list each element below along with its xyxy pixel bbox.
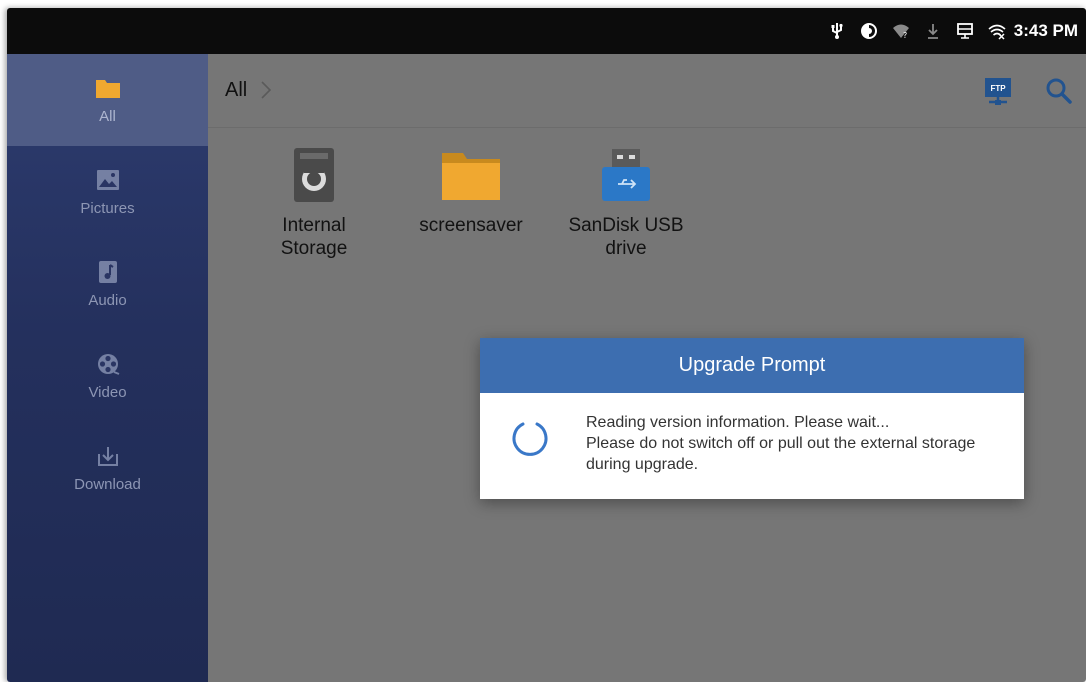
sidebar-item-audio[interactable]: Audio bbox=[7, 238, 208, 330]
folder-icon bbox=[436, 144, 506, 206]
wifi-question-icon: ? bbox=[892, 22, 910, 40]
dialog-title: Upgrade Prompt bbox=[678, 354, 826, 376]
dialog-header: Upgrade Prompt bbox=[480, 338, 1024, 393]
device-screen: ? 3:43 PM All Pictures Audio Video Downl… bbox=[7, 8, 1086, 682]
sidebar-item-label: Video bbox=[88, 383, 127, 401]
sidebar-item-label: Audio bbox=[88, 291, 127, 309]
breadcrumb[interactable]: All bbox=[225, 79, 247, 102]
sidebar-item-label: Pictures bbox=[80, 199, 135, 217]
download-icon bbox=[924, 22, 942, 40]
file-item-internal-storage[interactable]: Internal Storage bbox=[244, 144, 384, 260]
search-button[interactable] bbox=[1042, 74, 1076, 108]
sidebar: All Pictures Audio Video Download bbox=[7, 54, 208, 682]
usb-icon bbox=[828, 22, 846, 40]
svg-text:?: ? bbox=[903, 31, 907, 40]
hard-drive-icon bbox=[279, 144, 349, 206]
music-icon bbox=[95, 260, 121, 284]
sidebar-item-pictures[interactable]: Pictures bbox=[7, 146, 208, 238]
dialog-message: Reading version information. Please wait… bbox=[586, 412, 1006, 475]
monitor-icon bbox=[956, 22, 974, 40]
wifi-x-icon bbox=[988, 22, 1006, 40]
sidebar-item-label: All bbox=[99, 107, 116, 125]
upgrade-prompt-dialog: Upgrade Prompt Reading version informati… bbox=[480, 338, 1024, 499]
notification-icon bbox=[860, 22, 878, 40]
film-reel-icon bbox=[95, 352, 121, 376]
loading-spinner-icon bbox=[510, 419, 550, 459]
ftp-button[interactable]: FTP bbox=[981, 74, 1015, 108]
dialog-message-line-1: Reading version information. Please wait… bbox=[586, 414, 890, 431]
search-icon bbox=[1046, 78, 1072, 104]
usb-drive-icon bbox=[591, 144, 661, 206]
sidebar-item-label: Download bbox=[74, 475, 141, 493]
download-icon bbox=[95, 444, 121, 468]
dialog-message-line-2: Please do not switch off or pull out the… bbox=[586, 435, 976, 473]
chevron-right-icon bbox=[260, 80, 272, 105]
folder-icon bbox=[95, 76, 121, 100]
sidebar-item-download[interactable]: Download bbox=[7, 422, 208, 514]
file-name: Internal Storage bbox=[280, 215, 348, 259]
clock: 3:43 PM bbox=[1013, 21, 1078, 40]
file-browser: All FTP Internal Storage screensaver San… bbox=[208, 54, 1086, 682]
file-item-screensaver[interactable]: screensaver bbox=[401, 144, 541, 237]
file-item-sandisk-usb-drive[interactable]: SanDisk USB drive bbox=[556, 144, 696, 260]
file-name: screensaver bbox=[419, 215, 523, 236]
status-bar: ? 3:43 PM bbox=[7, 8, 1086, 54]
toolbar: All FTP bbox=[208, 54, 1086, 128]
file-name: SanDisk USB drive bbox=[568, 215, 684, 259]
sidebar-item-all[interactable]: All bbox=[7, 54, 208, 146]
sidebar-item-video[interactable]: Video bbox=[7, 330, 208, 422]
ftp-label: FTP bbox=[990, 84, 1006, 93]
image-icon bbox=[95, 168, 121, 192]
